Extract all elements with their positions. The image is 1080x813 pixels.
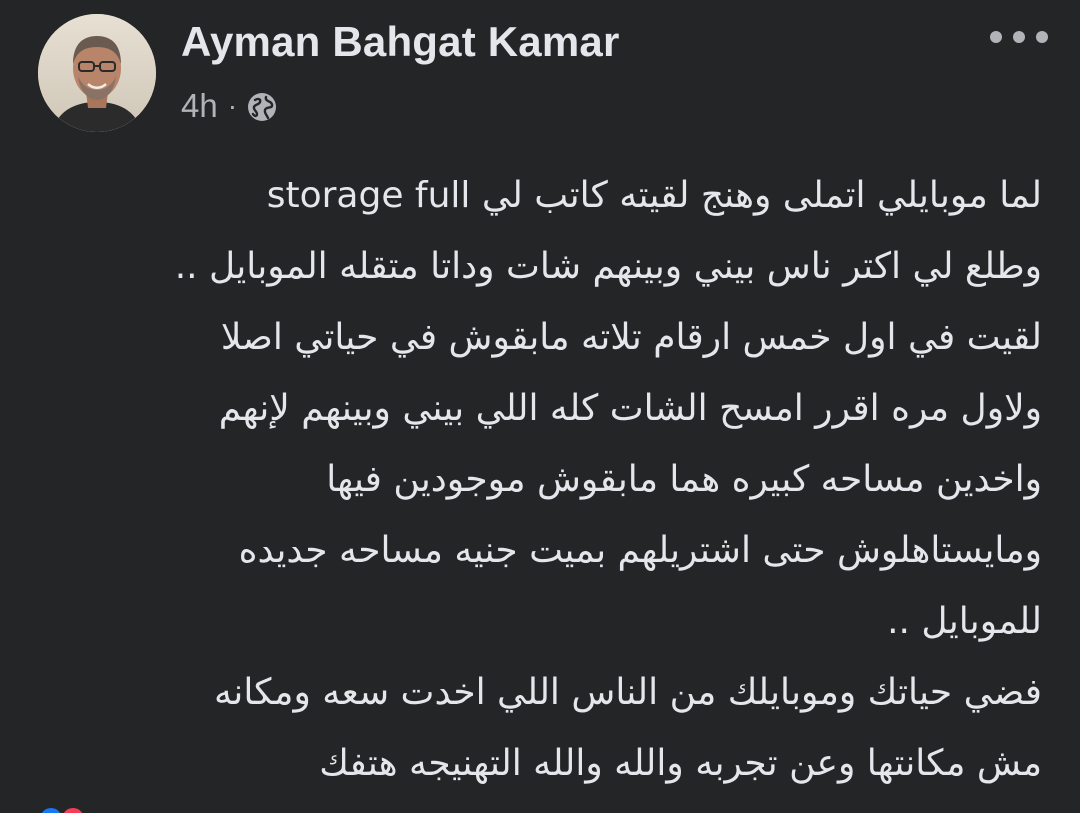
author-name[interactable]: Ayman Bahgat Kamar — [181, 18, 620, 66]
post-timestamp[interactable]: 4h — [181, 87, 218, 125]
more-dot — [1036, 31, 1048, 43]
post-text-line: لقيت في اول خمس ارقام تلاته مابقوش في حي… — [220, 317, 1042, 358]
post-text-line: لما موبايلي اتملى وهنج لقيته كاتب لي sto… — [266, 175, 1042, 216]
post-body-text: لما موبايلي اتملى وهنج لقيته كاتب لي sto… — [42, 160, 1042, 799]
more-options-icon[interactable] — [990, 24, 1048, 50]
post-text-line: للموبايل .. — [887, 601, 1042, 642]
post-text-line: ولاول مره اقرر امسح الشات كله اللي بيني … — [218, 388, 1042, 429]
post-meta: 4h · — [181, 86, 278, 126]
globe-icon[interactable] — [246, 91, 278, 123]
more-dot — [990, 31, 1002, 43]
avatar-photo — [38, 14, 156, 132]
post-text-line: وطلع لي اكتر ناس بيني وبينهم شات وداتا م… — [174, 246, 1042, 287]
more-dot — [1013, 31, 1025, 43]
post-text-line: فضي حياتك وموبايلك من الناس اللي اخدت سع… — [214, 672, 1042, 713]
avatar[interactable] — [38, 14, 156, 132]
post-text-line: ومايستاهلوش حتى اشتريلهم بميت جنيه مساحه… — [238, 530, 1042, 571]
love-reaction-icon — [60, 806, 86, 813]
meta-separator: · — [227, 90, 238, 121]
post-text-line: واخدين مساحه كبيره هما مابقوش موجودين في… — [326, 459, 1042, 500]
like-reaction-icon — [38, 806, 64, 813]
reactions-summary[interactable] — [38, 806, 86, 813]
facebook-post: Ayman Bahgat Kamar 4h · لما موبايلي اتمل… — [0, 0, 1080, 813]
post-text-line: مش مكانتها وعن تجربه والله والله التهنيج… — [319, 743, 1042, 784]
